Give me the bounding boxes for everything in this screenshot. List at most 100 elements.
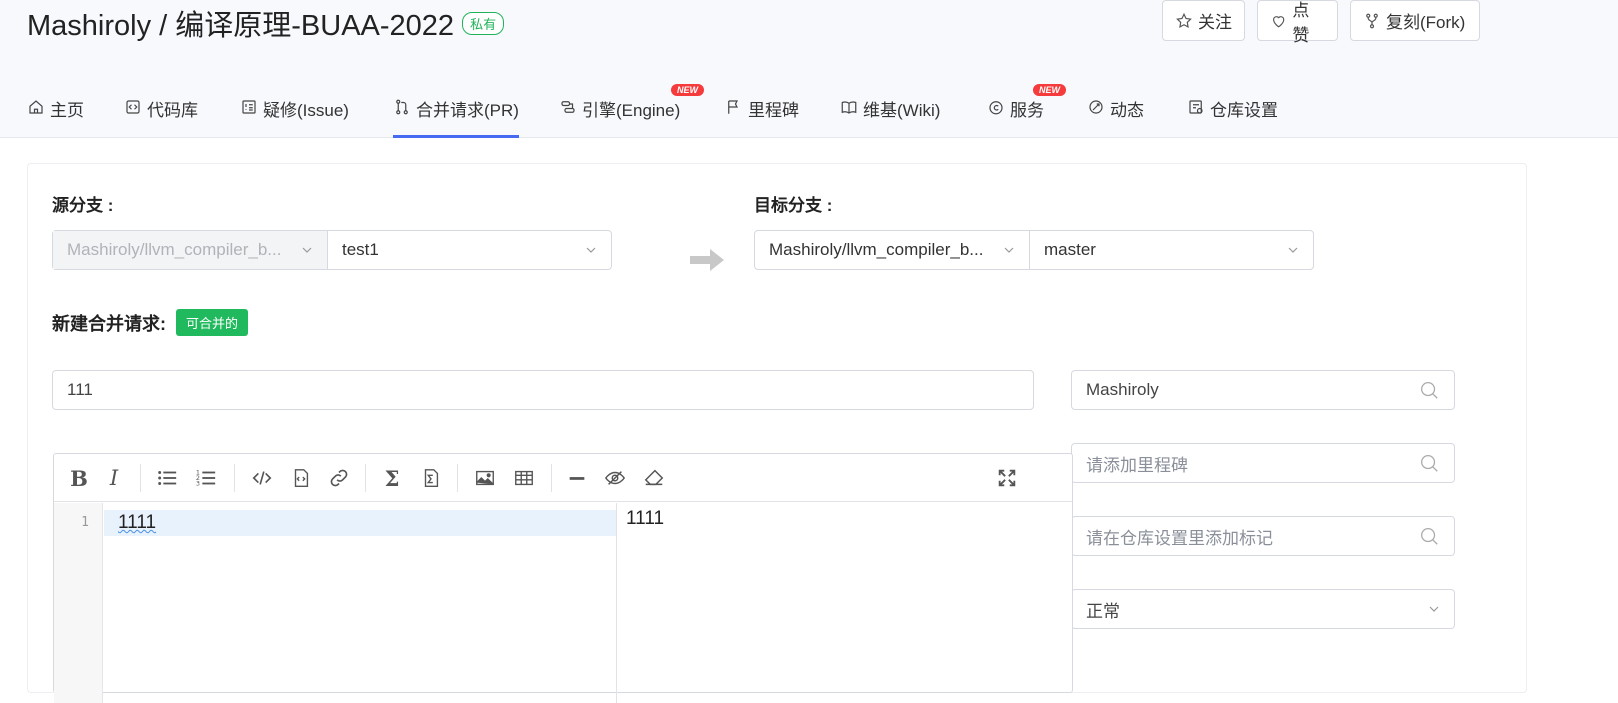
tag-placeholder: 请在仓库设置里添加标记 xyxy=(1086,528,1273,548)
target-repo-value: Mashiroly/llvm_compiler_b... xyxy=(769,240,984,259)
search-icon xyxy=(1421,382,1438,399)
tab-services-label: 服务 xyxy=(1010,101,1044,120)
source-branch-selector: Mashiroly/llvm_compiler_b... test1 xyxy=(52,230,612,270)
like-label: 点赞 xyxy=(1292,0,1310,45)
formula-icon[interactable] xyxy=(419,466,443,490)
toolbar-divider xyxy=(457,464,458,492)
priority-value: 正常 xyxy=(1086,601,1120,621)
tab-code[interactable]: 代码库 xyxy=(124,88,198,138)
fork-button[interactable]: 复刻(Fork) xyxy=(1350,0,1480,41)
target-repo-select[interactable]: Mashiroly/llvm_compiler_b... xyxy=(755,231,1029,269)
source-branch-label: 源分支 : xyxy=(52,196,114,215)
milestone-placeholder: 请添加里程碑 xyxy=(1086,455,1188,475)
bold-icon[interactable]: B xyxy=(67,466,91,491)
heart-icon xyxy=(1273,15,1285,27)
engine-icon xyxy=(561,101,575,113)
italic-icon[interactable]: I xyxy=(102,466,126,490)
active-line-highlight xyxy=(104,510,616,536)
tab-home-label: 主页 xyxy=(50,101,84,120)
chevron-down-icon xyxy=(302,247,312,253)
code-icon[interactable] xyxy=(250,466,274,490)
code-block-icon[interactable] xyxy=(289,466,313,490)
preview-toggle-icon[interactable] xyxy=(603,466,627,490)
new-badge: NEW xyxy=(1033,84,1066,96)
pull-request-icon xyxy=(396,99,408,115)
toolbar-divider xyxy=(551,464,552,492)
tab-services[interactable]: 服务 NEW xyxy=(987,84,1066,138)
home-icon xyxy=(29,100,43,114)
toolbar-divider xyxy=(365,464,366,492)
tab-pull-requests-label: 合并请求(PR) xyxy=(416,101,519,120)
chevron-down-icon xyxy=(1429,606,1439,612)
sigma-icon[interactable]: Σ xyxy=(380,466,404,491)
image-icon[interactable] xyxy=(473,466,497,490)
arrow-right-icon xyxy=(690,249,724,271)
issue-icon xyxy=(242,100,256,114)
target-branch-select[interactable]: master xyxy=(1029,231,1313,269)
tab-wiki-label: 维基(Wiki) xyxy=(863,101,941,120)
chevron-down-icon xyxy=(586,247,596,253)
tab-activity-label: 动态 xyxy=(1110,101,1144,120)
repo-name[interactable]: Mashiroly / 编译原理-BUAA-2022 xyxy=(27,10,454,42)
flag-icon xyxy=(728,100,738,114)
link-icon[interactable] xyxy=(327,466,351,490)
editor-split-divider xyxy=(616,503,617,703)
code-icon xyxy=(126,100,140,114)
tab-pull-requests[interactable]: 合并请求(PR) xyxy=(393,88,519,138)
table-icon[interactable] xyxy=(512,466,536,490)
pr-title-value: 111 xyxy=(67,380,93,399)
milestone-search[interactable]: 请添加里程碑 xyxy=(1071,443,1455,483)
new-pr-heading: 新建合并请求: 可合并的 xyxy=(52,309,249,336)
tab-wiki[interactable]: 维基(Wiki) xyxy=(840,88,940,138)
activity-icon xyxy=(1089,100,1103,114)
target-branch-label: 目标分支 : xyxy=(754,196,833,215)
tab-settings-label: 仓库设置 xyxy=(1210,101,1278,120)
editor-content[interactable]: 1111 xyxy=(118,512,156,534)
private-badge: 私有 xyxy=(462,12,505,35)
preview-content: 1111 xyxy=(626,508,665,529)
watch-button[interactable]: 关注 xyxy=(1162,0,1245,41)
bullet-list-icon[interactable] xyxy=(155,466,179,490)
source-branch-select[interactable]: test1 xyxy=(327,231,611,269)
toolbar-divider xyxy=(234,464,235,492)
source-repo-value: Mashiroly/llvm_compiler_b... xyxy=(67,240,282,259)
line-number: 1 xyxy=(81,515,89,530)
new-badge: NEW xyxy=(671,84,704,96)
tab-settings[interactable]: 仓库设置 xyxy=(1187,88,1278,138)
fork-label: 复刻(Fork) xyxy=(1386,13,1466,32)
chevron-down-icon xyxy=(1004,247,1014,253)
eraser-icon[interactable] xyxy=(642,466,666,490)
tab-home[interactable]: 主页 xyxy=(27,88,84,138)
book-icon xyxy=(841,101,857,114)
assignee-search[interactable]: Mashiroly xyxy=(1071,370,1455,410)
mergeable-badge: 可合并的 xyxy=(176,309,249,336)
new-pr-label: 新建合并请求: xyxy=(52,314,166,334)
tab-engine[interactable]: 引擎(Engine) NEW xyxy=(559,84,704,138)
line-gutter xyxy=(54,503,103,703)
ordered-list-icon[interactable]: 123 xyxy=(194,466,218,490)
like-button[interactable]: 点赞 xyxy=(1257,0,1338,45)
editor-toolbar: B I 123 Σ xyxy=(54,454,1072,502)
tab-issue[interactable]: 疑修(Issue) xyxy=(240,88,349,138)
fullscreen-icon[interactable] xyxy=(995,466,1019,490)
tag-search[interactable]: 请在仓库设置里添加标记 xyxy=(1071,516,1455,556)
source-branch-value: test1 xyxy=(342,240,379,259)
search-icon xyxy=(1421,528,1438,545)
priority-select[interactable]: 正常 xyxy=(1071,589,1455,629)
fork-icon xyxy=(1366,13,1378,28)
target-branch-selector: Mashiroly/llvm_compiler_b... master xyxy=(754,230,1314,270)
service-icon xyxy=(989,101,1003,115)
tab-milestones[interactable]: 里程碑 xyxy=(725,88,799,138)
target-branch-value: master xyxy=(1044,240,1096,259)
tab-milestones-label: 里程碑 xyxy=(748,101,799,120)
settings-icon xyxy=(1189,100,1203,114)
assignee-value: Mashiroly xyxy=(1086,380,1159,399)
toolbar-divider xyxy=(140,464,141,492)
tab-activity[interactable]: 动态 xyxy=(1087,88,1144,138)
tab-code-label: 代码库 xyxy=(147,101,198,120)
horizontal-rule-icon[interactable] xyxy=(565,466,589,490)
chevron-down-icon xyxy=(1288,247,1298,253)
source-repo-select: Mashiroly/llvm_compiler_b... xyxy=(53,231,327,269)
pr-title-input[interactable]: 111 xyxy=(52,370,1034,410)
star-icon xyxy=(1176,12,1192,28)
